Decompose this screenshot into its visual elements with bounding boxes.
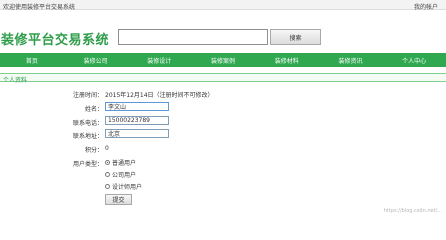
welcome-text: 欢迎使用装修平台交易系统 bbox=[3, 4, 76, 11]
account-link[interactable]: 我的帐户 bbox=[414, 2, 438, 11]
user-type-label: 用户类型： bbox=[72, 161, 103, 168]
user-type-option-designer[interactable]: 设计师用户 bbox=[105, 182, 142, 191]
nav-item-cases[interactable]: 装修案例 bbox=[191, 53, 255, 67]
main-nav: 首页 装修公司 装修设计 装修案例 装修材料 装修资讯 个人中心 bbox=[0, 53, 446, 67]
address-label: 联系地址： bbox=[72, 133, 103, 140]
nav-item-materials[interactable]: 装修材料 bbox=[255, 53, 319, 67]
nav-item-home[interactable]: 首页 bbox=[0, 53, 64, 67]
nav-item-personal-center[interactable]: 个人中心 bbox=[382, 53, 446, 67]
address-field[interactable] bbox=[105, 129, 169, 138]
user-type-option-regular[interactable]: 普通用户 bbox=[105, 158, 136, 167]
points-label: 积分： bbox=[84, 147, 103, 154]
watermark-text: https://blog.csdn.net/... bbox=[383, 208, 442, 214]
radio-button-icon[interactable] bbox=[105, 160, 110, 165]
section-header: 个人资料 bbox=[0, 73, 446, 84]
section-title: 个人资料 bbox=[3, 77, 28, 84]
user-type-option-label: 设计师用户 bbox=[112, 184, 143, 191]
user-type-option-label: 普通用户 bbox=[112, 160, 137, 167]
search-input[interactable] bbox=[118, 29, 268, 45]
user-type-option-label: 公司用户 bbox=[112, 172, 137, 179]
top-bar: 欢迎使用装修平台交易系统 我的帐户 bbox=[0, 0, 446, 11]
registration-time-label: 注册时间： bbox=[72, 92, 103, 99]
nav-item-design[interactable]: 装修设计 bbox=[127, 53, 191, 67]
radio-button-icon[interactable] bbox=[105, 172, 110, 177]
user-type-option-company[interactable]: 公司用户 bbox=[105, 170, 136, 179]
points-value: 0 bbox=[105, 145, 109, 152]
submit-button[interactable]: 提交 bbox=[105, 194, 132, 205]
site-logo[interactable]: 装修平台交易系统 bbox=[1, 29, 109, 48]
nav-item-news[interactable]: 装修资讯 bbox=[319, 53, 383, 67]
name-field[interactable] bbox=[105, 102, 169, 111]
phone-label: 联系电话： bbox=[72, 120, 103, 127]
radio-button-icon[interactable] bbox=[105, 184, 110, 189]
nav-item-companies[interactable]: 装修公司 bbox=[64, 53, 128, 67]
registration-time-value: 2015年12月14日（注册时间不可修改） bbox=[105, 92, 214, 99]
phone-field[interactable] bbox=[105, 116, 169, 125]
search-button[interactable]: 搜索 bbox=[270, 29, 321, 45]
name-label: 姓名： bbox=[84, 106, 103, 113]
